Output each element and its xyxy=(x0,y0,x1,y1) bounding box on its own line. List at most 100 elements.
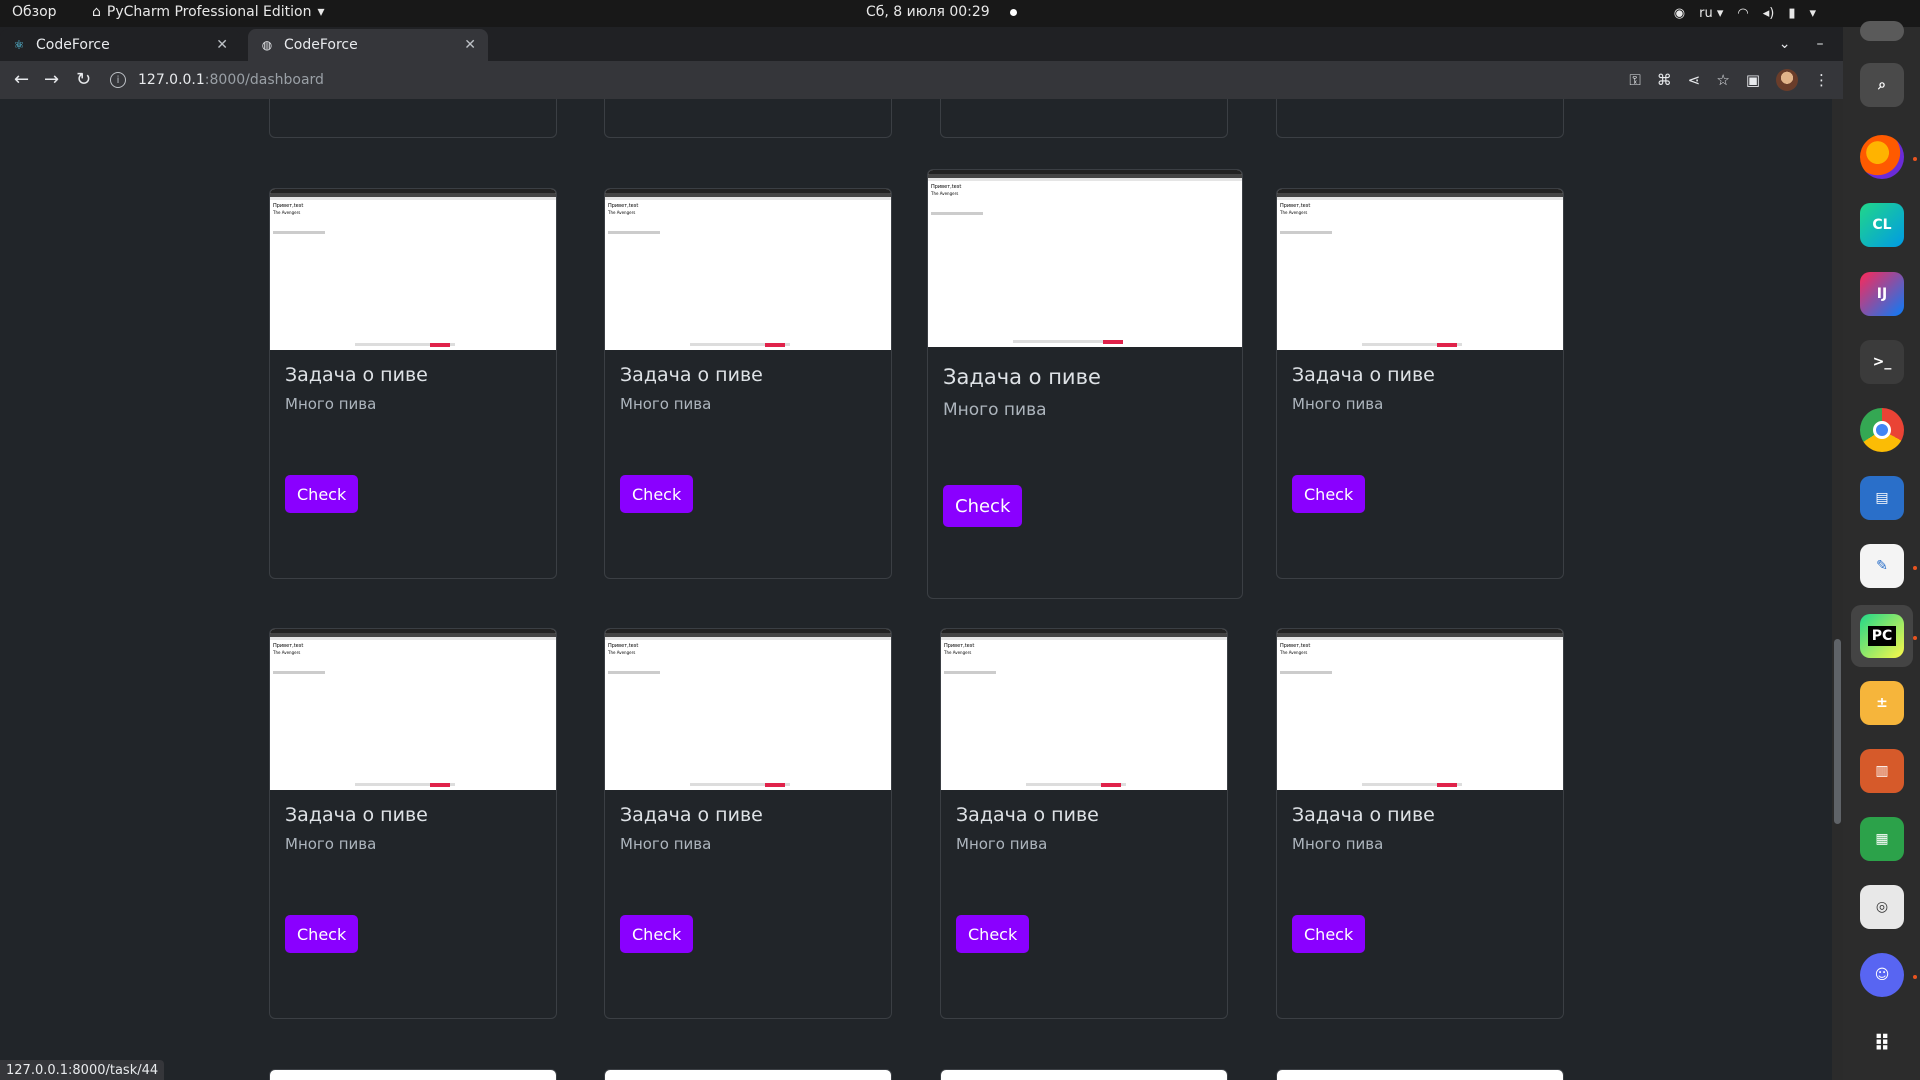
volume-icon[interactable]: ◂) xyxy=(1763,6,1775,21)
task-card: Привет,test The Avengers Задача о пиве Мн… xyxy=(1276,628,1564,1019)
profile-avatar[interactable] xyxy=(1776,69,1798,91)
app-menu-label: PyCharm Professional Edition xyxy=(106,4,312,20)
card-title: Задача о пиве xyxy=(956,804,1099,826)
card-title: Задача о пиве xyxy=(620,804,763,826)
shot-title: Привет,test xyxy=(273,643,304,649)
reload-icon[interactable]: ↻ xyxy=(76,69,91,90)
running-indicator xyxy=(1913,566,1917,570)
calc-icon[interactable]: ▦ xyxy=(1860,817,1904,861)
shot-subtitle: The Avengers xyxy=(273,210,301,215)
check-button[interactable]: Check xyxy=(620,475,694,513)
check-button[interactable]: Check xyxy=(956,915,1030,953)
close-tab-icon[interactable]: ✕ xyxy=(464,37,476,53)
tab-title: CodeForce xyxy=(284,37,358,53)
discord-icon[interactable]: ☺ xyxy=(1860,953,1904,997)
tab-title: CodeForce xyxy=(36,37,110,53)
intellij-icon[interactable]: IJ xyxy=(1860,272,1904,316)
show-apps-icon[interactable]: ⠿ xyxy=(1860,1022,1904,1066)
check-button[interactable]: Check xyxy=(285,915,359,953)
task-screenshot: Привет,test The Avengers xyxy=(605,629,891,790)
dashboard-page: Привет,test The Avengers Задача о пиве Мн… xyxy=(0,99,1832,1080)
react-favicon-icon: ⚛ xyxy=(13,38,25,52)
forward-icon[interactable]: → xyxy=(44,69,59,90)
browser-toolbar: ← → ↻ i 127.0.0.1:8000/dashboard ⚿ ⌘ ⋖ ☆… xyxy=(0,61,1843,99)
close-tab-icon[interactable]: ✕ xyxy=(216,37,228,53)
calculator-icon[interactable]: ± xyxy=(1860,681,1904,725)
task-screenshot: Привет,test The Avengers xyxy=(270,629,556,790)
chevron-down-icon[interactable]: ▾ xyxy=(1809,6,1816,21)
shot-subtitle: The Avengers xyxy=(1280,210,1308,215)
side-panel-icon[interactable]: ▣ xyxy=(1746,71,1760,89)
site-info-icon[interactable]: i xyxy=(110,72,126,88)
shot-title: Привет,test xyxy=(944,643,975,649)
check-button[interactable]: Check xyxy=(285,475,359,513)
menu-dots-icon[interactable]: ⋮ xyxy=(1814,71,1829,89)
translate-icon[interactable]: ⌘ xyxy=(1657,71,1672,89)
card-description: Много пива xyxy=(285,395,377,413)
share-icon[interactable]: ⋖ xyxy=(1688,71,1701,89)
card-title: Задача о пиве xyxy=(943,365,1101,389)
url-path: :8000/dashboard xyxy=(204,72,324,88)
clion-icon[interactable]: CL xyxy=(1860,203,1904,247)
task-card-partial xyxy=(604,1069,892,1080)
card-description: Много пива xyxy=(620,395,712,413)
check-button[interactable]: Check xyxy=(1292,915,1366,953)
language-indicator[interactable]: ru ▾ xyxy=(1699,6,1723,21)
discord-tray-icon[interactable]: ◉ xyxy=(1674,6,1685,21)
task-card: Привет,test The Avengers Задача о пиве Мн… xyxy=(269,188,557,579)
activities-button[interactable]: Обзор xyxy=(12,4,57,20)
card-title: Задача о пиве xyxy=(285,364,428,386)
notification-dot-icon xyxy=(1009,8,1017,16)
reader-icon[interactable]: ◎ xyxy=(1860,885,1904,929)
shot-title: Привет,test xyxy=(608,203,639,209)
key-icon[interactable]: ⚿ xyxy=(1629,71,1640,89)
clock[interactable]: Сб, 8 июля 00:29 xyxy=(866,4,1017,20)
intellij-label: IJ xyxy=(1876,286,1888,302)
task-card-partial xyxy=(269,99,557,138)
chrome-icon[interactable] xyxy=(1860,408,1904,452)
check-button[interactable]: Check xyxy=(943,485,1023,527)
app-menu[interactable]: ⌂ PyCharm Professional Edition ▾ xyxy=(92,4,325,20)
task-card-hovered[interactable]: Привет,test The Avengers Задача о пиве Мн… xyxy=(927,169,1243,599)
task-card: Привет,test The Avengers Задача о пиве Мн… xyxy=(1276,188,1564,579)
impress-icon[interactable]: ▥ xyxy=(1860,749,1904,793)
star-icon[interactable]: ☆ xyxy=(1716,71,1729,89)
page-scrollbar[interactable] xyxy=(1832,99,1843,1080)
pycharm-icon[interactable]: PC xyxy=(1860,614,1904,658)
card-description: Много пива xyxy=(956,835,1048,853)
card-title: Задача о пиве xyxy=(285,804,428,826)
scrollbar-thumb[interactable] xyxy=(1834,639,1841,824)
shot-title: Привет,test xyxy=(608,643,639,649)
globe-favicon-icon: ◍ xyxy=(261,38,273,52)
files-icon[interactable] xyxy=(1860,21,1904,41)
toolbar-icons: ⚿ ⌘ ⋖ ☆ ▣ ⋮ xyxy=(1629,69,1829,91)
text-editor-icon[interactable]: ✎ xyxy=(1860,544,1904,588)
task-screenshot: Привет,test The Avengers xyxy=(1277,629,1563,790)
terminal-icon[interactable]: >_ xyxy=(1860,340,1904,384)
card-description: Много пива xyxy=(1292,835,1384,853)
task-card: Привет,test The Avengers Задача о пиве Мн… xyxy=(940,628,1228,1019)
minimize-icon[interactable]: – xyxy=(1816,36,1823,52)
pycharm-label: PC xyxy=(1867,626,1897,646)
tab-search-icon[interactable]: ⌄ xyxy=(1779,36,1791,52)
tab-codeforce-2[interactable]: ◍ CodeForce ✕ xyxy=(248,29,488,61)
search-icon[interactable]: ⌕ xyxy=(1860,63,1904,107)
wifi-icon[interactable]: ◠ xyxy=(1737,6,1748,21)
back-icon[interactable]: ← xyxy=(14,69,29,90)
task-card: Привет,test The Avengers Задача о пиве Мн… xyxy=(269,628,557,1019)
tab-codeforce-1[interactable]: ⚛ CodeForce ✕ xyxy=(0,29,240,61)
card-description: Много пива xyxy=(620,835,712,853)
check-button[interactable]: Check xyxy=(620,915,694,953)
firefox-icon[interactable] xyxy=(1860,135,1904,179)
shot-subtitle: The Avengers xyxy=(608,650,636,655)
task-screenshot: Привет,test The Avengers xyxy=(941,629,1227,790)
task-screenshot: Привет,test The Avengers xyxy=(928,170,1242,347)
check-button[interactable]: Check xyxy=(1292,475,1366,513)
pycharm-small-icon: ⌂ xyxy=(92,4,101,20)
address-bar[interactable]: i 127.0.0.1:8000/dashboard xyxy=(110,66,1610,94)
writer-icon[interactable]: ▤ xyxy=(1860,476,1904,520)
shot-title: Привет,test xyxy=(931,184,962,190)
shot-title: Привет,test xyxy=(1280,203,1311,209)
battery-icon[interactable]: ▮ xyxy=(1788,6,1795,21)
url-host: 127.0.0.1 xyxy=(138,72,205,88)
